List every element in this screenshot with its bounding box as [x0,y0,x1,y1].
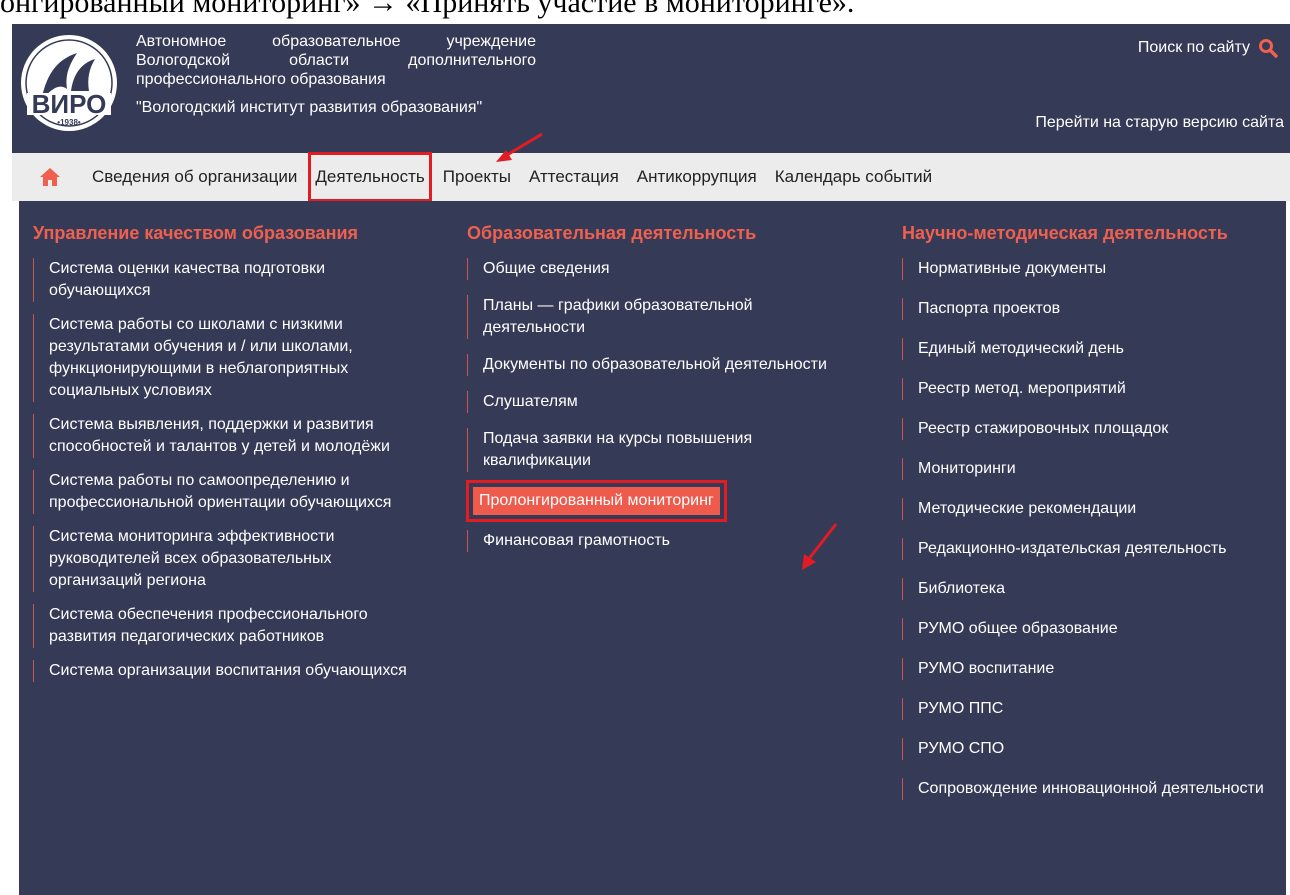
menu-item-methodical-day[interactable]: Единый методический день [902,338,1282,360]
menu-item-schedules[interactable]: Планы — графики образовательной деятельн… [467,295,847,339]
menu-column-quality: Управление качеством образования Система… [33,201,423,694]
menu-item-talent-support[interactable]: Система выявления, поддержки и развития … [33,414,423,458]
org-word: образовательное [272,33,401,50]
menu-item-library[interactable]: Библиотека [902,578,1282,600]
menu-item-quality-assessment[interactable]: Система оценки качества подготовки обуча… [33,258,423,302]
menu-item-rumo-upbringing[interactable]: РУМО воспитание [902,658,1282,680]
org-name-line-3: профессионального образования [136,71,386,88]
activity-dropdown-menu: Управление качеством образования Система… [19,201,1286,895]
menu-column-education: Образовательная деятельность Общие сведе… [466,201,847,567]
menu-item-general-info[interactable]: Общие сведения [467,258,847,280]
menu-column-science: Научно-методическая деятельность Нормати… [902,201,1282,818]
site-header: ВИРО •1938• Автономное образовательное у… [12,24,1290,153]
search-label: Поиск по сайту [1137,39,1250,56]
menu-item-course-application[interactable]: Подача заявки на курсы повышения квалифи… [467,428,847,472]
menu-item-monitorings[interactable]: Мониторинги [902,458,1282,480]
menu-item-publishing[interactable]: Редакционно-издательская деятельность [902,538,1282,560]
nav-item-anticorruption[interactable]: Антикоррупция [628,167,766,187]
annotation-highlight-box: Пролонгированный мониторинг [466,480,727,522]
menu-item-prolonged-monitoring[interactable]: Пролонгированный мониторинг [473,487,720,515]
column-title: Научно-методическая деятельность [902,223,1228,243]
org-word: дополнительного [408,52,536,69]
search-icon [1259,39,1278,58]
org-name-line-1: Автономное образовательное учреждение [136,32,656,51]
menu-list: Система оценки качества подготовки обуча… [33,258,423,682]
menu-item-students[interactable]: Слушателям [467,391,847,413]
menu-item-career-guidance[interactable]: Система работы по самоопределению и проф… [33,470,423,514]
menu-item-regulations[interactable]: Нормативные документы [902,258,1282,280]
document-caption: онгированный мониторинг» → «Принять учас… [0,0,855,19]
logo-year: •1938• [57,118,81,127]
organization-name: Автономное образовательное учреждение Во… [136,32,656,117]
menu-item-prolonged-monitoring-wrap: Пролонгированный мониторинг [466,480,847,522]
org-name-line-2: Вологодской области дополнительного [136,51,656,70]
menu-list: Общие сведения Планы — графики образоват… [466,258,847,552]
menu-item-rumo-spo[interactable]: РУМО СПО [902,738,1282,760]
menu-item-documents[interactable]: Документы по образовательной деятельност… [467,354,847,376]
org-name-quote: "Вологодский институт развития образован… [136,99,483,116]
nav-item-projects[interactable]: Проекты [434,167,520,187]
org-word: области [289,52,349,69]
menu-item-financial-literacy[interactable]: Финансовая грамотность [467,530,847,552]
column-title: Образовательная деятельность [467,223,757,243]
menu-item-internship-sites[interactable]: Реестр стажировочных площадок [902,418,1282,440]
menu-list: Нормативные документы Паспорта проектов … [902,258,1282,800]
menu-item-teacher-development[interactable]: Система обеспечения профессионального ра… [33,604,423,648]
nav-item-activity[interactable]: Деятельность [308,152,432,202]
site-search-link[interactable]: Поиск по сайту [1138,38,1278,58]
nav-item-about[interactable]: Сведения об организации [83,167,306,187]
org-word: Автономное [136,33,227,50]
menu-item-low-results-schools[interactable]: Система работы со школами с низкими резу… [33,314,423,402]
menu-item-rumo-pps[interactable]: РУМО ППС [902,698,1282,720]
old-site-version-link[interactable]: Перейти на старую версию сайта [1035,114,1284,132]
org-word: учреждение [446,33,536,50]
nav-item-attestation[interactable]: Аттестация [520,167,628,187]
logo-text: ВИРО [32,89,107,119]
menu-item-recommendations[interactable]: Методические рекомендации [902,498,1282,520]
nav-item-calendar[interactable]: Календарь событий [766,167,941,187]
viro-logo[interactable]: ВИРО •1938• [19,31,119,135]
org-word: Вологодской [136,52,231,69]
menu-item-events-registry[interactable]: Реестр метод. мероприятий [902,378,1282,400]
column-title: Управление качеством образования [33,223,359,243]
main-navigation: Сведения об организации Деятельность Про… [12,152,1290,202]
menu-item-upbringing[interactable]: Система организации воспитания обучающих… [33,660,423,682]
home-icon[interactable] [39,167,61,187]
menu-item-project-passports[interactable]: Паспорта проектов [902,298,1282,320]
menu-item-innovation[interactable]: Сопровождение инновационной деятельности [902,778,1282,800]
menu-item-rumo-general[interactable]: РУМО общее образование [902,618,1282,640]
menu-item-leaders-monitoring[interactable]: Система мониторинга эффективности руково… [33,526,423,592]
